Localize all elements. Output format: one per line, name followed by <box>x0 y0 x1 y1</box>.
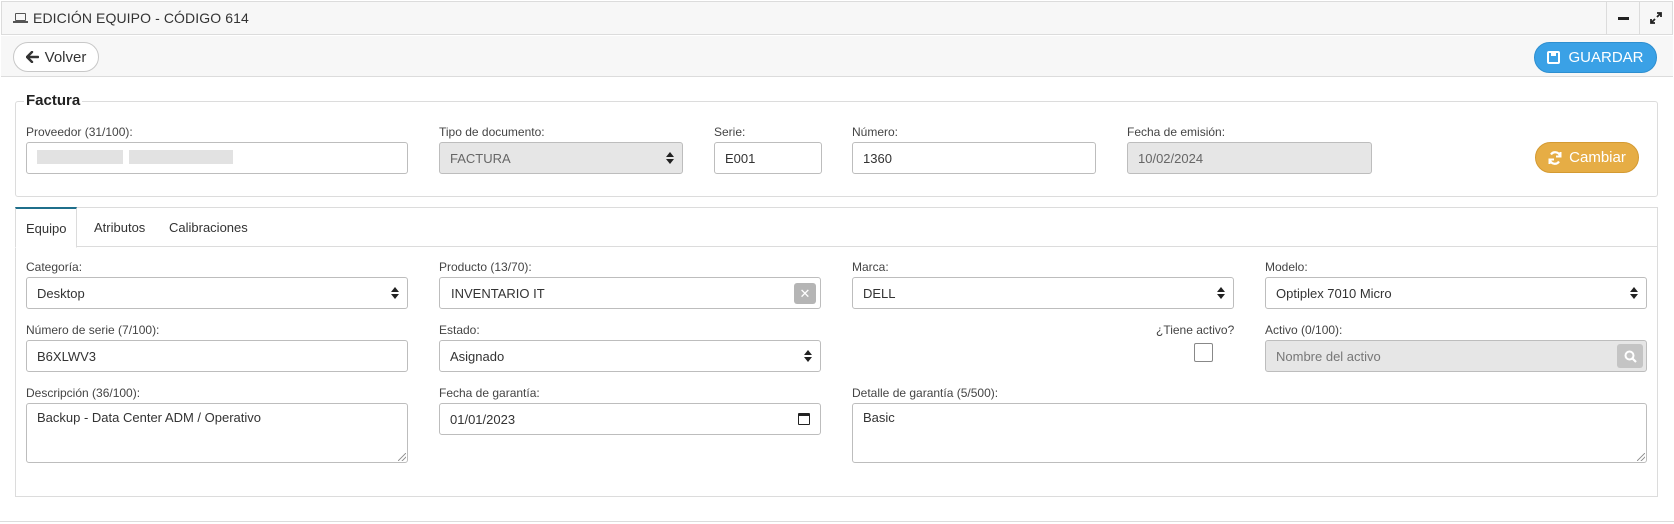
descripcion-label: Descripción (36/100): <box>26 386 141 400</box>
tipo-documento-select[interactable]: FACTURA <box>439 142 683 174</box>
tipo-documento-value: FACTURA <box>450 150 511 166</box>
laptop-icon <box>13 12 29 24</box>
categoria-select[interactable]: Desktop <box>26 277 408 309</box>
resize-grip-icon[interactable] <box>398 453 406 461</box>
expand-icon <box>1650 12 1662 24</box>
marca-label: Marca: <box>852 260 889 274</box>
estado-label: Estado: <box>439 323 480 337</box>
clear-icon[interactable]: ✕ <box>794 283 816 304</box>
minimize-button[interactable] <box>1606 2 1639 34</box>
toolbar: Volver GUARDAR <box>1 36 1673 77</box>
fecha-emision-value: 10/02/2024 <box>1138 150 1204 166</box>
cambiar-button[interactable]: Cambiar <box>1535 142 1639 173</box>
tab-calibraciones[interactable]: Calibraciones <box>159 207 258 248</box>
factura-legend: Factura <box>24 92 83 109</box>
fecha-garantia-label: Fecha de garantía: <box>439 386 540 400</box>
floppy-disk-icon <box>1547 51 1561 64</box>
chevron-updown-icon <box>666 152 674 164</box>
window-title: EDICIÓN EQUIPO - CÓDIGO 614 <box>33 10 249 26</box>
chevron-updown-icon <box>804 350 812 362</box>
tab-calibraciones-label: Calibraciones <box>169 220 248 235</box>
back-button[interactable]: Volver <box>13 42 99 72</box>
panel-bottom-divider <box>0 521 1674 522</box>
producto-label: Producto (13/70): <box>439 260 532 274</box>
serie-input[interactable]: E001 <box>714 142 822 174</box>
tiene-activo-label: ¿Tiene activo? <box>1156 323 1235 337</box>
numero-serie-label: Número de serie (7/100): <box>26 323 160 337</box>
fecha-emision-label: Fecha de emisión: <box>1127 125 1226 139</box>
fecha-garantia-value: 01/01/2023 <box>450 411 516 427</box>
refresh-icon <box>1548 150 1562 165</box>
modelo-select[interactable]: Optiplex 7010 Micro <box>1265 277 1647 309</box>
descripcion-value: Backup - Data Center ADM / Operativo <box>37 410 261 425</box>
tipo-documento-label: Tipo de documento: <box>439 125 545 139</box>
producto-value: INVENTARIO IT <box>451 285 545 301</box>
proveedor-redacted-value <box>37 149 239 167</box>
tab-equipo-label: Equipo <box>26 220 67 236</box>
detalle-garantia-value: Basic <box>863 410 895 425</box>
numero-value: 1360 <box>863 150 892 166</box>
serie-value: E001 <box>725 150 756 166</box>
chevron-updown-icon <box>1630 287 1638 299</box>
tab-equipo[interactable]: Equipo <box>15 207 78 248</box>
chevron-updown-icon <box>1217 287 1225 299</box>
expand-button[interactable] <box>1639 2 1672 34</box>
activo-placeholder: Nombre del activo <box>1276 348 1381 364</box>
edit-equipment-panel: EDICIÓN EQUIPO - CÓDIGO 614 Volver GUARD… <box>0 0 1674 524</box>
activo-label: Activo (0/100): <box>1265 323 1343 337</box>
cambiar-label: Cambiar <box>1569 149 1626 166</box>
chevron-updown-icon <box>391 287 399 299</box>
detalle-garantia-textarea[interactable]: Basic <box>852 403 1647 463</box>
numero-serie-input[interactable]: B6XLWV3 <box>26 340 408 372</box>
calendar-icon[interactable] <box>798 413 810 425</box>
tab-atributos[interactable]: Atributos <box>84 207 155 248</box>
tab-strip <box>15 207 1658 247</box>
save-button[interactable]: GUARDAR <box>1534 42 1657 73</box>
arrow-left-icon <box>25 51 39 63</box>
save-label: GUARDAR <box>1568 49 1644 66</box>
detalle-garantia-label: Detalle de garantía (5/500): <box>852 386 999 400</box>
numero-input[interactable]: 1360 <box>852 142 1096 174</box>
categoria-value: Desktop <box>37 285 85 301</box>
modelo-label: Modelo: <box>1265 260 1308 274</box>
estado-value: Asignado <box>450 348 505 364</box>
serie-label: Serie: <box>714 125 746 139</box>
modelo-value: Optiplex 7010 Micro <box>1276 285 1392 301</box>
window-titlebar: EDICIÓN EQUIPO - CÓDIGO 614 <box>1 1 1673 35</box>
numero-serie-value: B6XLWV3 <box>37 348 97 364</box>
minimize-icon <box>1617 16 1629 20</box>
estado-select[interactable]: Asignado <box>439 340 821 372</box>
activo-input[interactable]: Nombre del activo <box>1265 340 1647 372</box>
resize-grip-icon[interactable] <box>1637 453 1645 461</box>
back-label: Volver <box>44 48 87 66</box>
search-icon[interactable] <box>1617 344 1643 368</box>
tiene-activo-checkbox[interactable] <box>1194 343 1213 362</box>
proveedor-label: Proveedor (31/100): <box>26 125 133 139</box>
marca-value: DELL <box>863 285 896 301</box>
numero-label: Número: <box>852 125 899 139</box>
categoria-label: Categoría: <box>26 260 83 274</box>
fecha-emision-input[interactable]: 10/02/2024 <box>1127 142 1372 174</box>
marca-select[interactable]: DELL <box>852 277 1234 309</box>
descripcion-textarea[interactable]: Backup - Data Center ADM / Operativo <box>26 403 408 463</box>
fecha-garantia-input[interactable]: 01/01/2023 <box>439 403 821 435</box>
tab-atributos-label: Atributos <box>94 220 146 235</box>
proveedor-field[interactable] <box>26 142 408 174</box>
producto-field[interactable]: INVENTARIO IT ✕ <box>439 277 821 309</box>
